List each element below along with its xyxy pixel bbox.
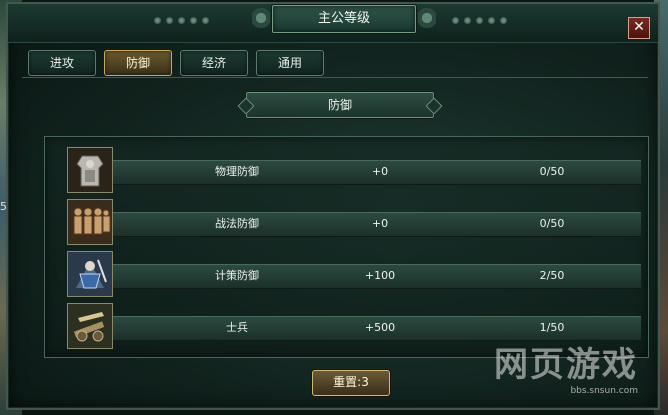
lord-level-window: 主公等级 ✕ 进攻 防御 经济 通用 防御 物理防御 +0 0/50 战法防御 <box>6 2 660 410</box>
stat-row-strategy-defense[interactable]: 计策防御 +100 2/50 <box>67 251 641 297</box>
close-button[interactable]: ✕ <box>628 17 650 39</box>
stat-progress: 0/50 <box>539 217 565 230</box>
site-watermark: 网页游戏 bbs.snsun.com <box>494 337 638 396</box>
stat-value: +500 <box>364 321 396 334</box>
window-title: 主公等级 <box>272 5 416 33</box>
tab-economy[interactable]: 经济 <box>180 50 248 76</box>
stat-row-tactic-defense[interactable]: 战法防御 +0 0/50 <box>67 199 641 245</box>
tab-divider <box>22 77 648 78</box>
stat-name: 物理防御 <box>215 165 259 178</box>
stats-panel: 物理防御 +0 0/50 战法防御 +0 0/50 计策防御 +100 2/50 <box>44 136 649 358</box>
stat-value: +0 <box>371 165 389 178</box>
window-titlebar: 主公等级 ✕ <box>8 4 658 43</box>
titlebar-ornament-dots-right <box>452 17 507 24</box>
title-ornament-right <box>418 4 436 32</box>
watermark-text: 网页游戏 <box>494 345 638 385</box>
titlebar-ornament-dots-left <box>154 17 209 24</box>
ballista-icon <box>67 303 113 349</box>
title-ornament-left <box>252 4 270 32</box>
reset-button[interactable]: 重置:3 <box>312 370 390 396</box>
stat-progress: 0/50 <box>539 165 565 178</box>
tab-bar: 进攻 防御 经济 通用 <box>28 50 324 76</box>
section-title: 防御 <box>246 92 434 118</box>
tab-defense[interactable]: 防御 <box>104 50 172 76</box>
stat-value: +100 <box>364 269 396 282</box>
strategist-icon <box>67 251 113 297</box>
tab-general[interactable]: 通用 <box>256 50 324 76</box>
armor-icon <box>67 147 113 193</box>
soldiers-icon <box>67 199 113 245</box>
watermark-url: bbs.snsun.com <box>570 386 638 396</box>
stat-name: 计策防御 <box>215 269 259 282</box>
stat-row-physical-defense[interactable]: 物理防御 +0 0/50 <box>67 147 641 193</box>
stat-progress: 1/50 <box>539 321 565 334</box>
stat-name: 战法防御 <box>215 217 259 230</box>
tab-attack[interactable]: 进攻 <box>28 50 96 76</box>
stat-value: +0 <box>371 217 389 230</box>
stat-name: 士兵 <box>226 321 248 334</box>
stat-progress: 2/50 <box>539 269 565 282</box>
